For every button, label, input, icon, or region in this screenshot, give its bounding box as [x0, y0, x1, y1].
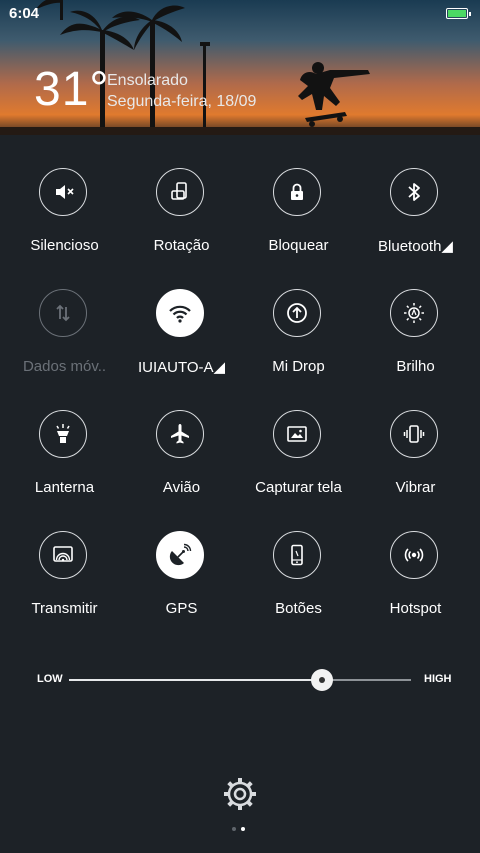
toggle-brightness[interactable]: Brilho [357, 283, 474, 393]
toggle-lock[interactable]: Bloquear [240, 162, 357, 272]
toggle-cast[interactable]: Transmitir [6, 525, 123, 635]
brightness-track[interactable] [69, 679, 411, 681]
brightness-high-label: HIGH [424, 673, 452, 685]
toggle-bluetooth[interactable]: Bluetooth◢ [357, 162, 474, 272]
toggle-label: Avião [162, 479, 201, 496]
settings-button[interactable] [222, 776, 258, 812]
toggle-screenshot[interactable]: Capturar tela [240, 404, 357, 514]
toggle-label: Capturar tela [255, 479, 342, 496]
mi-drop-icon [273, 289, 321, 337]
wifi-icon [156, 289, 204, 337]
mobile-data-icon [39, 289, 87, 337]
gps-icon [156, 531, 204, 579]
weather-date: Segunda-feira, 18/09 [107, 93, 257, 110]
toggle-rotation[interactable]: Rotação [123, 162, 240, 272]
page-indicator [232, 827, 248, 833]
rotation-icon [156, 168, 204, 216]
toggle-flashlight[interactable]: Lanterna [6, 404, 123, 514]
lock-icon [273, 168, 321, 216]
toggle-label: Silencioso [30, 237, 99, 254]
toggle-buttons[interactable]: Botões [240, 525, 357, 635]
status-time: 6:04 [9, 5, 40, 22]
toggle-label: IUIAUTO-A◢ [137, 359, 226, 376]
hotspot-icon [390, 531, 438, 579]
toggle-gps[interactable]: GPS [123, 525, 240, 635]
toggle-label: Vibrar [395, 479, 436, 496]
bluetooth-icon [390, 168, 438, 216]
toggle-label: Hotspot [389, 600, 442, 617]
toggle-label: Transmitir [31, 600, 98, 617]
toggle-label: Botões [275, 600, 322, 617]
toggle-label: Brilho [396, 358, 435, 375]
page-dot [241, 827, 245, 831]
battery-icon [446, 8, 471, 19]
toggle-label: Mi Drop [272, 358, 325, 375]
airplane-icon [156, 410, 204, 458]
buttons-icon [273, 531, 321, 579]
brightness-low-label: LOW [37, 673, 63, 685]
weather-header: 6:04 31° Ensolarado Segunda-feira, 18/09 [0, 0, 480, 135]
brightness-thumb-dot [319, 677, 326, 683]
screenshot-icon [273, 410, 321, 458]
toggle-label: Dados móv.. [22, 358, 107, 375]
toggle-mute[interactable]: Silencioso [6, 162, 123, 272]
battery-nub [469, 12, 471, 16]
toggle-vibrate[interactable]: Vibrar [357, 404, 474, 514]
toggle-airplane[interactable]: Avião [123, 404, 240, 514]
cast-icon [39, 531, 87, 579]
toggle-label: Bluetooth◢ [378, 238, 453, 255]
toggle-label: Bloquear [268, 237, 329, 254]
toggle-mi-drop[interactable]: Mi Drop [240, 283, 357, 393]
toggle-hotspot[interactable]: Hotspot [357, 525, 474, 635]
toggle-label: GPS [165, 600, 198, 617]
weather-condition: Ensolarado [107, 72, 188, 89]
toggle-label: Rotação [153, 237, 210, 254]
brightness-icon [390, 289, 438, 337]
page-dot [232, 827, 236, 831]
battery-level [448, 10, 466, 17]
toggle-wifi[interactable]: IUIAUTO-A◢ [123, 283, 240, 393]
status-bar: 6:04 [0, 0, 480, 28]
mute-icon [39, 168, 87, 216]
brightness-track-fill [69, 679, 323, 681]
toggle-mobile-data[interactable]: Dados móv.. [6, 283, 123, 393]
toggle-label: Lanterna [34, 479, 95, 496]
brightness-slider[interactable]: LOW HIGH [0, 668, 480, 692]
brightness-thumb[interactable] [311, 669, 334, 691]
weather-temperature[interactable]: 31° [34, 62, 110, 117]
ground-strip [0, 127, 480, 135]
gear-icon [224, 778, 256, 810]
flashlight-icon [39, 410, 87, 458]
vibrate-icon [390, 410, 438, 458]
